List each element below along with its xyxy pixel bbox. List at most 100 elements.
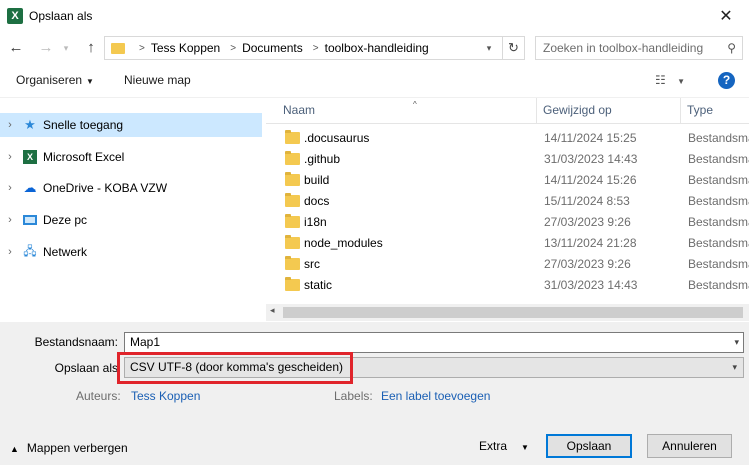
column-header-type[interactable]: Type bbox=[681, 98, 749, 124]
labels-label: Labels: bbox=[334, 389, 373, 403]
extra-label: Extra bbox=[479, 439, 508, 453]
navigation-bar: ← → ▾ ↑ > Tess Koppen > Documents > tool… bbox=[0, 34, 749, 62]
folder-icon bbox=[285, 130, 300, 144]
file-type: Bestandsmap bbox=[688, 131, 749, 145]
authors-value[interactable]: Tess Koppen bbox=[131, 389, 200, 403]
extra-menu[interactable]: Extra ▼ bbox=[479, 439, 529, 453]
organize-label: Organiseren bbox=[16, 73, 83, 87]
column-label: Naam bbox=[283, 103, 316, 117]
sidebar-item-label: Deze pc bbox=[43, 213, 88, 227]
file-date: 14/11/2024 15:26 bbox=[544, 173, 637, 187]
breadcrumb-separator-icon[interactable]: > bbox=[230, 43, 236, 54]
breadcrumb-item[interactable]: Tess Koppen bbox=[151, 41, 220, 55]
pc-icon bbox=[22, 212, 38, 228]
scroll-left-icon[interactable]: ◂ bbox=[270, 305, 275, 316]
sidebar-item-onedrive[interactable]: › ☁ OneDrive - KOBA VZW bbox=[0, 176, 262, 200]
sidebar-item-excel[interactable]: › X Microsoft Excel bbox=[0, 145, 262, 169]
folder-icon bbox=[285, 172, 300, 186]
file-row[interactable]: .docusaurus 14/11/2024 15:25 Bestandsmap bbox=[266, 128, 749, 149]
address-dropdown-icon[interactable]: ▾ bbox=[480, 37, 498, 59]
folder-icon bbox=[285, 277, 300, 291]
folder-icon bbox=[285, 214, 300, 228]
search-input[interactable]: Zoeken in toolbox-handleiding ⚲ bbox=[535, 36, 743, 60]
organize-menu[interactable]: Organiseren ▼ bbox=[16, 73, 94, 87]
column-header-modified[interactable]: Gewijzigd op bbox=[537, 98, 681, 124]
column-header-name[interactable]: Naam ^ bbox=[277, 98, 537, 124]
breadcrumb-separator-icon[interactable]: > bbox=[139, 43, 145, 54]
chevron-down-icon[interactable]: ▾ bbox=[732, 358, 737, 377]
file-row[interactable]: i18n 27/03/2023 9:26 Bestandsmap bbox=[266, 212, 749, 233]
file-row[interactable]: src 27/03/2023 9:26 Bestandsmap bbox=[266, 254, 749, 275]
chevron-down-icon: ▼ bbox=[86, 77, 94, 86]
folder-icon bbox=[111, 42, 125, 54]
file-date: 13/11/2024 21:28 bbox=[544, 236, 637, 250]
file-type: Bestandsmap bbox=[688, 173, 749, 187]
file-row[interactable]: build 14/11/2024 15:26 Bestandsmap bbox=[266, 170, 749, 191]
file-row[interactable]: docs 15/11/2024 8:53 Bestandsmap bbox=[266, 191, 749, 212]
network-icon: 🖧 bbox=[23, 243, 37, 258]
file-name: build bbox=[304, 173, 330, 187]
folder-icon bbox=[285, 256, 300, 270]
chevron-down-icon: ▼ bbox=[521, 443, 529, 452]
chevron-down-icon[interactable]: ▾ bbox=[734, 333, 739, 352]
save-as-dialog: X Opslaan als ✕ ← → ▾ ↑ > Tess Koppen > … bbox=[0, 0, 749, 465]
file-row[interactable]: node_modules 13/11/2024 21:28 Bestandsmap bbox=[266, 233, 749, 254]
authors-label: Auteurs: bbox=[76, 389, 121, 403]
filetype-label: Opslaan als bbox=[54, 361, 118, 375]
command-toolbar: Organiseren ▼ Nieuwe map ☷ ▼ ? bbox=[0, 64, 749, 98]
sort-ascending-icon: ^ bbox=[413, 100, 417, 109]
scrollbar-thumb[interactable] bbox=[283, 307, 743, 318]
file-type: Bestandsmap bbox=[688, 236, 749, 250]
chevron-up-icon: ▲ bbox=[10, 444, 19, 454]
cloud-icon: ☁ bbox=[23, 180, 37, 195]
file-type: Bestandsmap bbox=[688, 278, 749, 292]
file-name: src bbox=[304, 257, 320, 271]
breadcrumb-item[interactable]: toolbox-handleiding bbox=[325, 41, 429, 55]
new-folder-button[interactable]: Nieuwe map bbox=[124, 73, 191, 87]
hide-folders-label: Mappen verbergen bbox=[26, 441, 128, 455]
file-name: node_modules bbox=[304, 236, 383, 250]
navigation-pane: › ★ Snelle toegang › X Microsoft Excel ›… bbox=[0, 108, 262, 322]
expand-chevron-icon[interactable]: › bbox=[0, 182, 20, 194]
cancel-button[interactable]: Annuleren bbox=[647, 434, 732, 458]
file-row[interactable]: .github 31/03/2023 14:43 Bestandsmap bbox=[266, 149, 749, 170]
sidebar-item-network[interactable]: › 🖧 Netwerk bbox=[0, 240, 262, 264]
save-options-panel: Bestandsnaam: Map1 ▾ Opslaan als CSV UTF… bbox=[0, 322, 749, 465]
close-button[interactable]: ✕ bbox=[703, 0, 749, 32]
file-date: 27/03/2023 9:26 bbox=[544, 257, 631, 271]
recent-locations-chevron-icon[interactable]: ▾ bbox=[59, 34, 73, 62]
sidebar-item-label: Netwerk bbox=[43, 245, 88, 259]
back-arrow-icon[interactable]: ← bbox=[5, 34, 27, 62]
file-row[interactable]: static 31/03/2023 14:43 Bestandsmap bbox=[266, 275, 749, 296]
search-placeholder: Zoeken in toolbox-handleiding bbox=[543, 41, 704, 55]
up-arrow-icon[interactable]: ↑ bbox=[80, 34, 102, 62]
file-date: 31/03/2023 14:43 bbox=[544, 152, 638, 166]
expand-chevron-icon[interactable]: › bbox=[0, 246, 20, 258]
filename-input[interactable]: Map1 ▾ bbox=[124, 332, 744, 353]
file-name: static bbox=[304, 278, 333, 292]
horizontal-scrollbar[interactable]: ◂ bbox=[266, 304, 749, 321]
file-type: Bestandsmap bbox=[688, 194, 749, 208]
excel-icon: X bbox=[22, 149, 38, 165]
add-label-link[interactable]: Een label toevoegen bbox=[381, 389, 490, 403]
expand-chevron-icon[interactable]: › bbox=[0, 214, 20, 226]
refresh-icon[interactable]: ↻ bbox=[502, 37, 524, 59]
file-list: Naam ^ Gewijzigd op Type .docusaurus 14/11… bbox=[266, 98, 749, 322]
filename-label: Bestandsnaam: bbox=[34, 335, 118, 349]
view-options-icon[interactable]: ☷ ▼ bbox=[655, 73, 685, 87]
expand-chevron-icon[interactable]: › bbox=[0, 151, 20, 163]
breadcrumb-separator-icon[interactable]: > bbox=[313, 43, 319, 54]
address-bar[interactable]: > Tess Koppen > Documents > toolbox-hand… bbox=[104, 36, 525, 60]
expand-chevron-icon[interactable]: › bbox=[0, 119, 20, 131]
sidebar-item-quick-access[interactable]: › ★ Snelle toegang bbox=[0, 113, 262, 137]
file-type: Bestandsmap bbox=[688, 257, 749, 271]
forward-arrow-icon[interactable]: → bbox=[35, 34, 57, 62]
breadcrumb-item[interactable]: Documents bbox=[242, 41, 303, 55]
hide-folders-toggle[interactable]: ▲ Mappen verbergen bbox=[10, 441, 128, 455]
folder-icon bbox=[285, 235, 300, 249]
sidebar-item-this-pc[interactable]: › Deze pc bbox=[0, 208, 262, 232]
sidebar-item-label: OneDrive - KOBA VZW bbox=[43, 181, 168, 195]
file-type: Bestandsmap bbox=[688, 215, 749, 229]
help-icon[interactable]: ? bbox=[718, 72, 735, 89]
save-button[interactable]: Opslaan bbox=[546, 434, 632, 458]
